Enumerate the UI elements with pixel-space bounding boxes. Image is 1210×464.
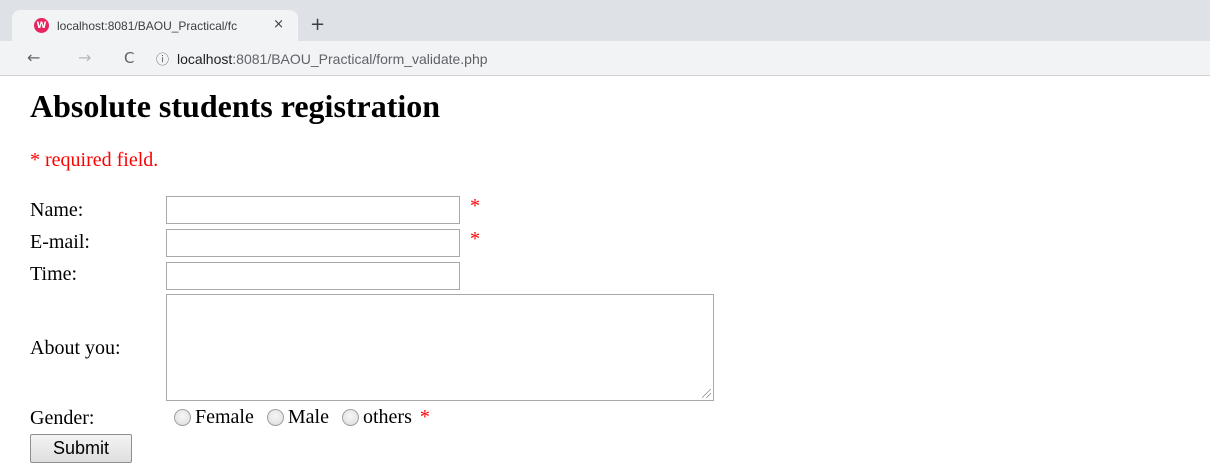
site-info-icon[interactable]: ⓘ bbox=[156, 49, 169, 68]
name-required-mark: * bbox=[470, 195, 480, 217]
wamp-favicon-icon: W bbox=[34, 18, 49, 33]
time-input[interactable] bbox=[166, 262, 460, 290]
name-input[interactable] bbox=[166, 196, 460, 224]
tab-title: localhost:8081/BAOU_Practical/fc bbox=[57, 18, 238, 33]
gender-male-radio[interactable] bbox=[266, 408, 284, 426]
gender-others-label[interactable]: others bbox=[363, 405, 412, 429]
about-textarea[interactable] bbox=[166, 294, 714, 401]
time-label: Time: bbox=[30, 263, 78, 285]
gender-label: Gender: bbox=[30, 407, 95, 429]
back-arrow-icon[interactable]: ← bbox=[27, 48, 40, 68]
browser-tabstrip: W localhost:8081/BAOU_Practical/fc × + bbox=[0, 0, 1210, 41]
name-label: Name: bbox=[30, 199, 84, 221]
url-path: :8081/BAOU_Practical/form_validate.php bbox=[232, 50, 488, 67]
page-title: Absolute students registration bbox=[30, 88, 441, 124]
gender-female-label[interactable]: Female bbox=[195, 405, 254, 429]
required-field-note: * required field. bbox=[30, 149, 159, 171]
submit-button[interactable]: Submit bbox=[30, 434, 132, 463]
gender-others-radio[interactable] bbox=[341, 408, 359, 426]
gender-radio-group: Female Male others * bbox=[174, 405, 430, 429]
email-input[interactable] bbox=[166, 229, 460, 257]
url-text: localhost:8081/BAOU_Practical/form_valid… bbox=[177, 51, 488, 67]
close-tab-icon[interactable]: × bbox=[273, 17, 284, 32]
gender-required-mark: * bbox=[419, 406, 430, 428]
reload-icon[interactable]: C bbox=[124, 48, 134, 68]
forward-arrow-icon[interactable]: → bbox=[78, 48, 91, 68]
url-host: localhost bbox=[177, 50, 233, 67]
gender-female-radio[interactable] bbox=[174, 408, 191, 426]
email-required-mark: * bbox=[470, 228, 480, 250]
resize-grip-icon[interactable] bbox=[702, 389, 711, 398]
email-label: E-mail: bbox=[30, 231, 90, 253]
gender-male-label[interactable]: Male bbox=[288, 405, 329, 429]
address-bar[interactable]: ⓘ localhost:8081/BAOU_Practical/form_val… bbox=[144, 45, 1210, 72]
about-label: About you: bbox=[30, 337, 121, 359]
new-tab-icon[interactable]: + bbox=[310, 15, 325, 35]
browser-toolbar: ← → C ⓘ localhost:8081/BAOU_Practical/fo… bbox=[0, 41, 1210, 76]
browser-tab[interactable]: W localhost:8081/BAOU_Practical/fc × bbox=[12, 10, 298, 41]
